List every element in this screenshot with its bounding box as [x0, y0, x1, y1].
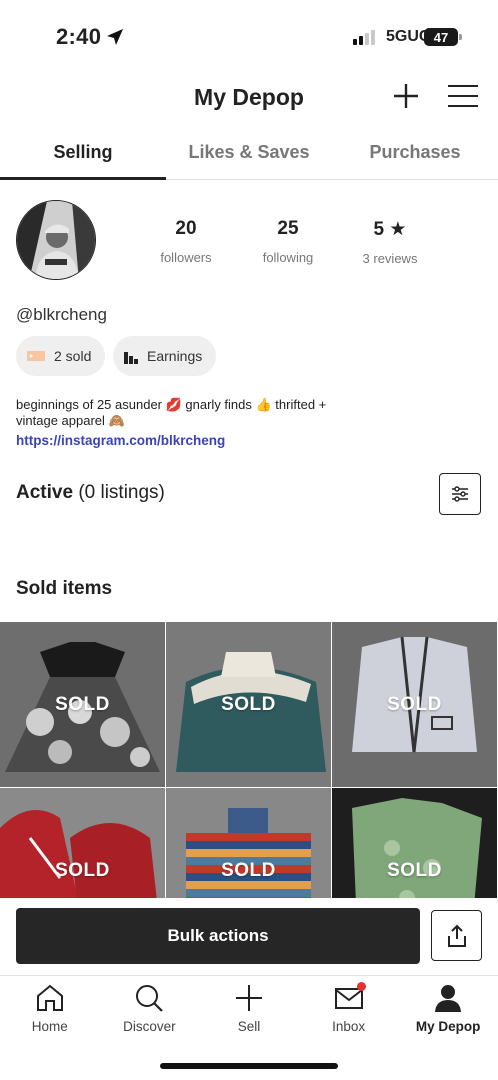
nav-my-depop[interactable]: My Depop: [398, 976, 498, 1046]
bio-line-2: vintage apparel 🙈: [16, 413, 125, 428]
sold-item-3[interactable]: SOLD: [332, 622, 497, 787]
menu-icon[interactable]: [447, 84, 479, 108]
sold-item-6[interactable]: SOLD: [332, 788, 497, 912]
sold-count-pill[interactable]: 2 sold: [16, 336, 106, 376]
bottom-action-bar: Bulk actions: [0, 898, 498, 976]
location-arrow-icon: [107, 29, 123, 45]
share-icon: [447, 924, 466, 947]
home-icon: [36, 984, 63, 1011]
plus-icon: [235, 985, 262, 1011]
notification-dot: [356, 982, 366, 991]
tag-icon: [27, 351, 45, 361]
search-icon: [136, 985, 164, 1012]
sold-item-4[interactable]: SOLD: [0, 788, 165, 912]
reviews-stat[interactable]: 5 ★ 3 reviews: [340, 218, 440, 266]
nav-discover[interactable]: Discover: [100, 976, 200, 1046]
followers-stat[interactable]: 20 followers: [136, 218, 236, 265]
sold-items-grid: SOLD SOLD SOLD SOLD SOLD SOLD: [0, 622, 498, 912]
share-button[interactable]: [431, 910, 482, 961]
battery-icon: 47: [424, 28, 462, 46]
home-indicator[interactable]: [160, 1063, 338, 1069]
tab-bar: Selling Likes & Saves Purchases: [0, 132, 498, 180]
sold-badge: SOLD: [221, 860, 276, 881]
nav-discover-label: Discover: [123, 1019, 176, 1034]
sold-item-2[interactable]: SOLD: [166, 622, 331, 787]
header: My Depop: [0, 78, 498, 118]
sold-badge: SOLD: [55, 860, 110, 881]
sold-item-1[interactable]: SOLD: [0, 622, 165, 787]
reviews-label: 3 reviews: [362, 251, 418, 266]
tab-purchases[interactable]: Purchases: [332, 132, 498, 179]
status-time: 2:40: [56, 24, 102, 49]
tab-likes-saves[interactable]: Likes & Saves: [166, 132, 332, 179]
bio-line-1: beginnings of 25 asunder 💋 gnarly finds …: [16, 397, 327, 412]
page-title: My Depop: [194, 84, 304, 110]
followers-count: 20: [175, 218, 197, 239]
signal-icon: [353, 30, 375, 45]
sold-badge: SOLD: [55, 694, 110, 715]
instagram-link[interactable]: https://instagram.com/blkrcheng: [16, 433, 225, 448]
following-label: following: [262, 250, 314, 265]
nav-home-label: Home: [31, 1019, 68, 1034]
nav-inbox[interactable]: Inbox: [299, 976, 399, 1046]
status-bar: 2:40 5GUC 47: [0, 0, 498, 70]
bottom-nav: Home Discover Sell Inbox My Depop: [0, 976, 498, 1046]
item-photo: [0, 788, 165, 912]
nav-my-depop-label: My Depop: [415, 1019, 481, 1034]
active-listings-header: Active (0 listings): [16, 482, 165, 504]
sold-count-label: 2 sold: [54, 348, 92, 364]
nav-sell-label: Sell: [237, 1019, 261, 1034]
following-stat[interactable]: 25 following: [238, 218, 338, 265]
bio: beginnings of 25 asunder 💋 gnarly finds …: [16, 397, 436, 429]
person-icon: [435, 985, 462, 1012]
earnings-label: Earnings: [147, 348, 203, 364]
sliders-icon: [452, 486, 468, 502]
bar-chart-icon: [124, 352, 138, 364]
add-listing-button[interactable]: [392, 82, 420, 110]
tab-selling[interactable]: Selling: [0, 132, 166, 180]
rating-value: 5 ★: [373, 219, 407, 240]
active-label: Active: [16, 482, 74, 503]
followers-label: followers: [160, 250, 212, 265]
following-count: 25: [277, 218, 299, 239]
sold-badge: SOLD: [387, 860, 442, 881]
avatar[interactable]: [16, 200, 96, 280]
filter-button[interactable]: [439, 473, 481, 515]
sold-badge: SOLD: [387, 694, 442, 715]
nav-inbox-label: Inbox: [332, 1019, 366, 1034]
nav-home[interactable]: Home: [0, 976, 100, 1046]
bulk-actions-button[interactable]: Bulk actions: [16, 908, 420, 964]
sold-badge: SOLD: [221, 694, 276, 715]
nav-sell[interactable]: Sell: [199, 976, 299, 1046]
username: @blkrcheng: [16, 305, 107, 324]
sold-items-header: Sold items: [16, 578, 113, 599]
item-photo: [332, 788, 497, 912]
item-photo: [166, 788, 331, 912]
earnings-pill[interactable]: Earnings: [113, 336, 217, 376]
active-count: (0 listings): [78, 482, 165, 503]
sold-item-5[interactable]: SOLD: [166, 788, 331, 912]
